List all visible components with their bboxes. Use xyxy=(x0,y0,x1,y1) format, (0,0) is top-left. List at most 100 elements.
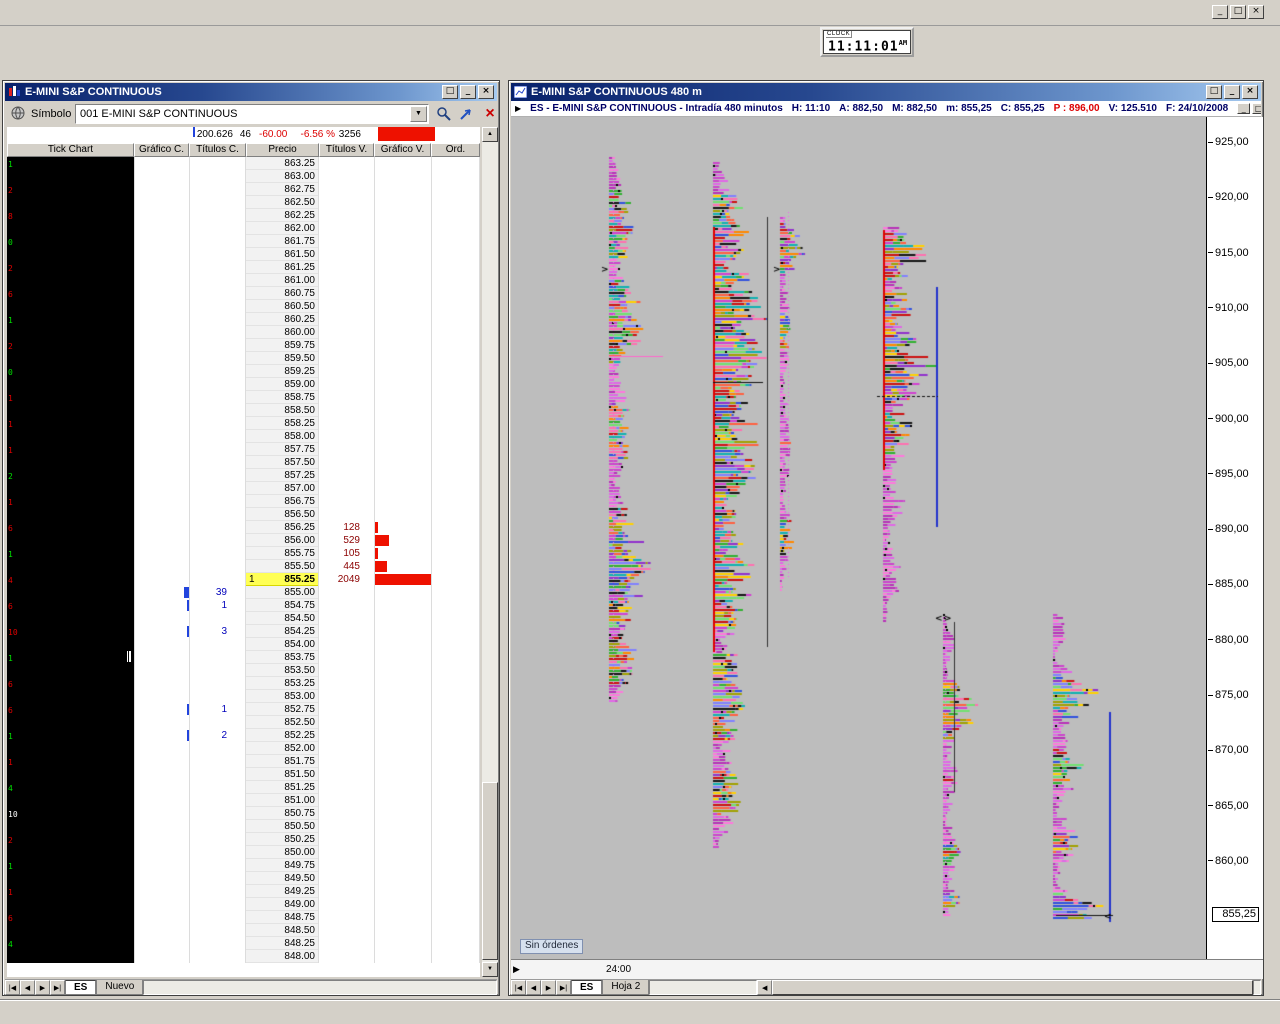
no-orders-badge: Sin órdenes xyxy=(520,939,583,954)
tick-count: 2 xyxy=(8,343,13,351)
symbol-combobox[interactable]: 001 E-MINI S&P CONTINUOUS ▼ xyxy=(75,104,429,124)
chart-tab-scroll-track[interactable] xyxy=(649,980,757,995)
dom-tab-nuevo[interactable]: Nuevo xyxy=(96,980,143,995)
tab-nav-next-button[interactable]: ▶ xyxy=(35,980,50,995)
tab-nav-next-button[interactable]: ▶ xyxy=(541,980,556,995)
quote-field: V: 125.510 xyxy=(1109,103,1157,114)
price-ladder[interactable]: 863.25863.00862.75862.50862.25862.00861.… xyxy=(7,157,480,977)
column-header-gr-fico-v-[interactable]: Gráfico V. xyxy=(374,143,431,157)
close-button[interactable]: × xyxy=(478,85,494,99)
price-axis[interactable]: 925,00920,00915,00910,00905,00900,00895,… xyxy=(1206,117,1263,959)
tick-count: 0 xyxy=(8,369,13,377)
market-profile-chart[interactable] xyxy=(511,117,1206,959)
time-axis[interactable]: ▶ 24:00 xyxy=(511,959,1263,979)
cancel-all-icon[interactable]: × xyxy=(481,105,499,123)
price-cell: 848.75 xyxy=(246,911,319,924)
restore-button[interactable]: □ xyxy=(1252,103,1261,114)
quote-field: M: 882,50 xyxy=(892,103,937,114)
ask-volume-bar xyxy=(375,535,389,546)
chart-tab-hoja-2[interactable]: Hoja 2 xyxy=(602,980,649,995)
search-icon[interactable] xyxy=(435,105,453,123)
column-header-gr-fico-c-[interactable]: Gráfico C. xyxy=(134,143,189,157)
price-cell: 850.50 xyxy=(246,820,319,833)
ask-size[interactable]: 445 xyxy=(319,560,360,573)
scroll-down-button[interactable]: ▼ xyxy=(482,962,498,977)
hscroll-thumb[interactable] xyxy=(772,980,1253,995)
tick-count: 4 xyxy=(8,941,13,949)
minimize-button[interactable]: _ xyxy=(460,85,476,99)
ask-size[interactable]: 529 xyxy=(319,534,360,547)
bid-size[interactable]: 3 xyxy=(189,625,227,638)
restore-button[interactable]: □ xyxy=(442,85,458,99)
tab-nav-first-button[interactable]: |◀ xyxy=(5,980,20,995)
price-cell: 858.75 xyxy=(246,391,319,404)
chart-expander-icon[interactable]: ▶ xyxy=(515,104,521,113)
clock-face: CLOCK 11:11:01AM xyxy=(823,30,911,54)
column-header-t-tulos-v-[interactable]: Títulos V. xyxy=(319,143,374,157)
ask-volume-bar xyxy=(375,548,378,559)
axis-value: 880,00 xyxy=(1215,634,1249,646)
tick-chart-cursor xyxy=(127,651,131,662)
bid-size[interactable]: 39 xyxy=(189,586,227,599)
column-header-t-tulos-c-[interactable]: Títulos C. xyxy=(189,143,246,157)
price-cell: 853.25 xyxy=(246,677,319,690)
dom-tab-es[interactable]: ES xyxy=(65,980,96,995)
ask-size[interactable]: 105 xyxy=(319,547,360,560)
time-axis-label: 24:00 xyxy=(606,964,631,975)
tick-count: 1 xyxy=(8,317,13,325)
combo-dropdown-icon[interactable]: ▼ xyxy=(410,106,427,122)
price-cell: 850.25 xyxy=(246,833,319,846)
ladder-vertical-scrollbar[interactable]: ▲ ▼ xyxy=(482,127,498,977)
chart-titlebar[interactable]: E-MINI S&P CONTINUOUS 480 m □ _ × xyxy=(511,83,1261,101)
tab-nav-last-button[interactable]: ▶| xyxy=(556,980,571,995)
restore-button[interactable]: □ xyxy=(1230,5,1246,19)
chart-document-buttons: _ □ × xyxy=(1237,103,1261,114)
quote-field: C: 855,25 xyxy=(1001,103,1045,114)
axis-tick xyxy=(1208,639,1213,640)
tab-nav-first-button[interactable]: |◀ xyxy=(511,980,526,995)
price-cell: 852.50 xyxy=(246,716,319,729)
price-axis-label: 875,00 xyxy=(1208,689,1249,701)
axis-value: 920,00 xyxy=(1215,191,1249,203)
dom-titlebar[interactable]: E-MINI S&P CONTINUOUS □ _ × xyxy=(5,83,497,101)
scroll-up-button[interactable]: ▲ xyxy=(482,127,498,142)
send-order-icon[interactable] xyxy=(457,105,475,123)
column-header-precio[interactable]: Precio xyxy=(246,143,319,157)
minimize-button[interactable]: _ xyxy=(1237,103,1250,114)
quote-field: ES - E-MINI S&P CONTINUOUS - Intradía 48… xyxy=(530,103,783,114)
dom-tab-scroll-track[interactable] xyxy=(143,980,497,995)
bid-size[interactable]: 2 xyxy=(189,729,227,742)
symbol-label: Símbolo xyxy=(31,108,71,120)
ask-size[interactable]: 2049 xyxy=(319,573,360,586)
column-separator xyxy=(374,157,375,963)
dom-window-icon xyxy=(8,86,21,98)
axis-value: 905,00 xyxy=(1215,357,1249,369)
axis-tick xyxy=(1208,418,1213,419)
time-axis-marker-icon: ▶ xyxy=(513,964,520,975)
hscroll-track-end[interactable] xyxy=(1253,980,1261,995)
close-button[interactable]: × xyxy=(1242,85,1258,99)
ask-size[interactable]: 128 xyxy=(319,521,360,534)
minimize-button[interactable]: _ xyxy=(1212,5,1228,19)
close-button[interactable]: × xyxy=(1248,5,1264,19)
tab-nav-last-button[interactable]: ▶| xyxy=(50,980,65,995)
tab-nav-prev-button[interactable]: ◀ xyxy=(526,980,541,995)
bid-size[interactable]: 1 xyxy=(189,703,227,716)
price-cell: 851.75 xyxy=(246,755,319,768)
bid-size[interactable]: 1 xyxy=(189,599,227,612)
chart-quote-fields: ES - E-MINI S&P CONTINUOUS - Intradía 48… xyxy=(530,103,1228,114)
column-header-tick-chart[interactable]: Tick Chart xyxy=(7,143,134,157)
dom-tabs: |◀◀▶▶|ESNuevo xyxy=(5,980,143,995)
minimize-button[interactable]: _ xyxy=(1224,85,1240,99)
hscroll-left-button[interactable]: ◀ xyxy=(757,980,772,995)
scrollbar-thumb[interactable] xyxy=(482,782,498,960)
tab-nav-prev-button[interactable]: ◀ xyxy=(20,980,35,995)
tick-chart-panel[interactable]: 128026120111216146101661141021164 xyxy=(7,157,134,963)
column-header-ord-[interactable]: Ord. xyxy=(431,143,480,157)
chart-tabs: |◀◀▶▶|ESHoja 2 xyxy=(511,980,649,995)
price-cell: 854.75 xyxy=(246,599,319,612)
chart-tab-es[interactable]: ES xyxy=(571,980,602,995)
restore-button[interactable]: □ xyxy=(1206,85,1222,99)
application-window: _ □ × CLOCK 11:11:01AM E-MINI S&P CONTIN… xyxy=(0,0,1280,1024)
axis-tick xyxy=(1208,750,1213,751)
